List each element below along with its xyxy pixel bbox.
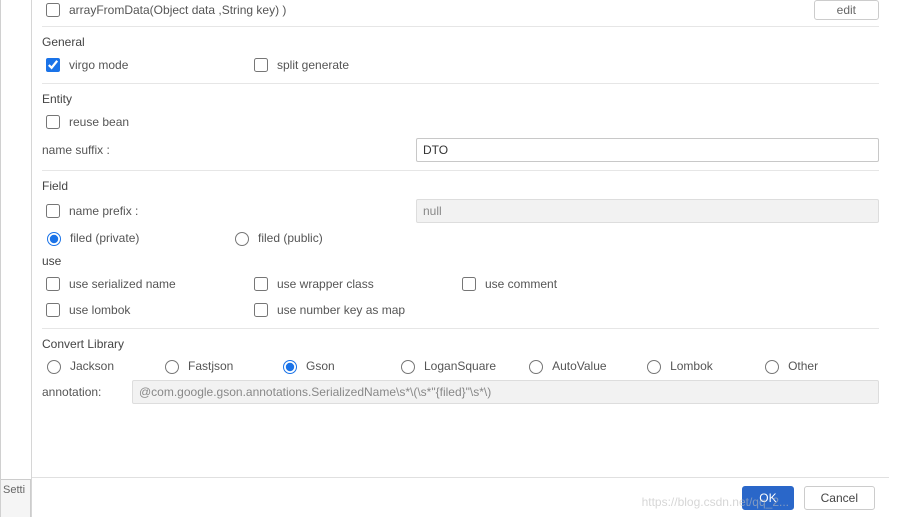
method-checkbox[interactable]: arrayFromData(Object data ,String key) )	[42, 0, 804, 20]
field-section: Field name prefix : filed (private)	[42, 179, 879, 246]
lib-fastjson-input[interactable]	[165, 360, 179, 374]
name-prefix-checkbox[interactable]: name prefix :	[42, 201, 138, 221]
library-title: Convert Library	[42, 337, 879, 351]
use-serialized-checkbox[interactable]: use serialized name	[42, 274, 192, 294]
name-prefix-input	[416, 199, 879, 223]
use-wrapper-input[interactable]	[254, 277, 268, 291]
reuse-bean-label: reuse bean	[69, 115, 129, 129]
entity-title: Entity	[42, 92, 879, 106]
content-area: arrayFromData(Object data ,String key) )…	[42, 0, 879, 477]
use-lombok-label: use lombok	[69, 303, 130, 317]
use-numberkey-input[interactable]	[254, 303, 268, 317]
lib-logansquare-label: LoganSquare	[424, 359, 496, 373]
lib-lombok-radio[interactable]: Lombok	[642, 357, 732, 374]
lib-autovalue-input[interactable]	[529, 360, 543, 374]
lib-gson-input[interactable]	[283, 360, 297, 374]
use-serialized-label: use serialized name	[69, 277, 176, 291]
virgo-mode-checkbox[interactable]: virgo mode	[42, 55, 192, 75]
library-section: Convert Library Jackson Fastjson Gson	[42, 337, 879, 404]
cancel-button[interactable]: Cancel	[804, 486, 875, 510]
use-numberkey-checkbox[interactable]: use number key as map	[250, 300, 405, 320]
general-section: General virgo mode split generate	[42, 35, 879, 75]
lib-jackson-radio[interactable]: Jackson	[42, 357, 132, 374]
edit-button[interactable]: edit	[814, 0, 879, 20]
lib-autovalue-radio[interactable]: AutoValue	[524, 357, 614, 374]
use-wrapper-label: use wrapper class	[277, 277, 374, 291]
general-row: virgo mode split generate	[42, 55, 879, 75]
split-generate-label: split generate	[277, 58, 349, 72]
lib-jackson-label: Jackson	[70, 359, 114, 373]
virgo-mode-input[interactable]	[46, 58, 60, 72]
use-serialized-input[interactable]	[46, 277, 60, 291]
use-comment-label: use comment	[485, 277, 557, 291]
name-suffix-line: name suffix :	[42, 138, 879, 162]
use-row-2: use lombok use number key as map	[42, 300, 879, 320]
field-visibility-row: filed (private) filed (public)	[42, 229, 879, 246]
field-public-radio[interactable]: filed (public)	[230, 229, 360, 246]
use-row-1: use serialized name use wrapper class us…	[42, 274, 879, 294]
lib-fastjson-radio[interactable]: Fastjson	[160, 357, 250, 374]
field-private-radio[interactable]: filed (private)	[42, 229, 172, 246]
annotation-label: annotation:	[42, 385, 118, 399]
lib-logansquare-radio[interactable]: LoganSquare	[396, 357, 496, 374]
lib-other-radio[interactable]: Other	[760, 357, 850, 374]
field-title: Field	[42, 179, 879, 193]
name-prefix-line: name prefix :	[42, 199, 879, 223]
field-public-label: filed (public)	[258, 231, 323, 245]
reuse-bean-checkbox[interactable]: reuse bean	[42, 112, 129, 132]
field-public-input[interactable]	[235, 232, 249, 246]
use-title: use	[42, 254, 879, 268]
lib-gson-radio[interactable]: Gson	[278, 357, 368, 374]
top-method-row: arrayFromData(Object data ,String key) )…	[42, 0, 879, 27]
name-suffix-input[interactable]	[416, 138, 879, 162]
use-section: use use serialized name use wrapper clas…	[42, 254, 879, 320]
lib-lombok-label: Lombok	[670, 359, 713, 373]
split-generate-input[interactable]	[254, 58, 268, 72]
ok-button[interactable]: OK	[742, 486, 793, 510]
lib-lombok-input[interactable]	[647, 360, 661, 374]
lib-fastjson-label: Fastjson	[188, 359, 233, 373]
separator-1	[42, 83, 879, 84]
field-private-input[interactable]	[47, 232, 61, 246]
dialog-root: Setti arrayFromData(Object data ,String …	[0, 0, 897, 517]
use-comment-checkbox[interactable]: use comment	[458, 274, 608, 294]
lib-other-input[interactable]	[765, 360, 779, 374]
lib-logansquare-input[interactable]	[401, 360, 415, 374]
use-numberkey-label: use number key as map	[277, 303, 405, 317]
reuse-bean-input[interactable]	[46, 115, 60, 129]
lib-jackson-input[interactable]	[47, 360, 61, 374]
name-suffix-label: name suffix :	[42, 143, 402, 157]
method-checkbox-label: arrayFromData(Object data ,String key) )	[69, 3, 286, 17]
use-lombok-checkbox[interactable]: use lombok	[42, 300, 192, 320]
name-prefix-wrap: name prefix :	[42, 201, 402, 221]
virgo-mode-label: virgo mode	[69, 58, 128, 72]
split-generate-checkbox[interactable]: split generate	[250, 55, 400, 75]
use-lombok-input[interactable]	[46, 303, 60, 317]
use-comment-input[interactable]	[462, 277, 476, 291]
use-wrapper-checkbox[interactable]: use wrapper class	[250, 274, 400, 294]
separator-2	[42, 170, 879, 171]
lib-gson-label: Gson	[306, 359, 335, 373]
separator-3	[42, 328, 879, 329]
entity-section: Entity reuse bean name suffix :	[42, 92, 879, 162]
annotation-input	[132, 380, 879, 404]
entity-row: reuse bean	[42, 112, 879, 132]
field-private-label: filed (private)	[70, 231, 139, 245]
general-title: General	[42, 35, 879, 49]
settings-tab-fragment: Setti	[1, 479, 31, 517]
annotation-row: annotation:	[42, 380, 879, 404]
dialog-footer: https://blog.csdn.net/qq_2... OK Cancel	[32, 477, 889, 517]
name-prefix-label: name prefix :	[69, 204, 138, 218]
library-row: Jackson Fastjson Gson LoganSquare	[42, 357, 879, 374]
lib-autovalue-label: AutoValue	[552, 359, 607, 373]
method-checkbox-input[interactable]	[46, 3, 60, 17]
lib-other-label: Other	[788, 359, 818, 373]
name-prefix-cb-input[interactable]	[46, 204, 60, 218]
main-panel: arrayFromData(Object data ,String key) )…	[31, 0, 889, 517]
settings-tab-label: Setti	[3, 484, 25, 496]
